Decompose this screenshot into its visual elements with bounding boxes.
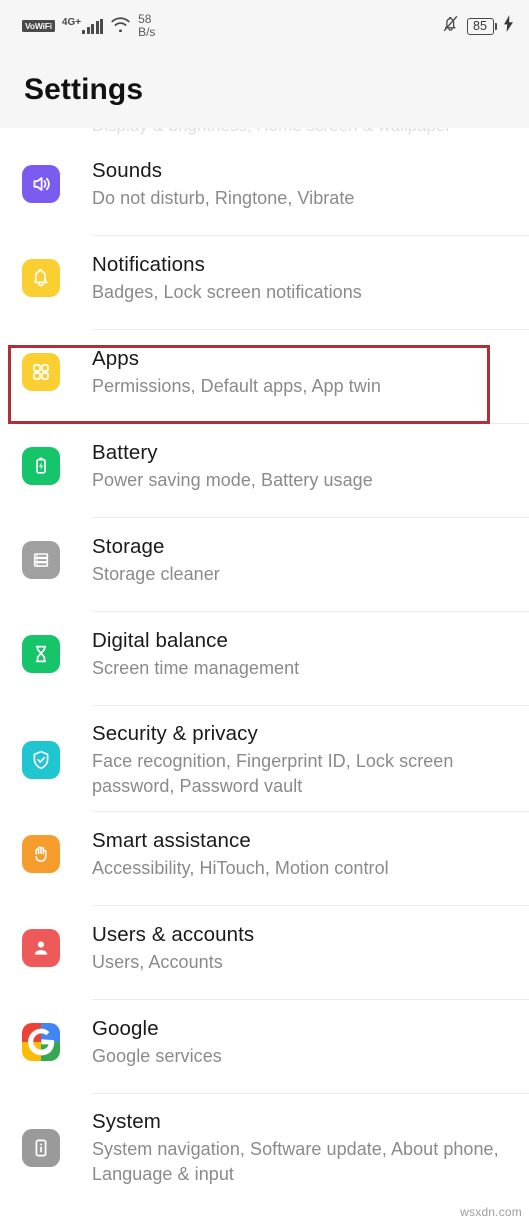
storage-icon — [22, 541, 60, 579]
settings-row-title: Notifications — [92, 253, 205, 276]
scrolled-row-remnant: Display & brightness, Home screen & wall… — [0, 128, 529, 142]
battery-icon — [22, 447, 60, 485]
page-title: Settings — [24, 73, 144, 106]
settings-row-title: System — [92, 1110, 161, 1133]
data-speed-unit: B/s — [138, 25, 156, 39]
network-type-label: 4G+ — [61, 16, 82, 28]
wifi-icon — [110, 16, 131, 37]
hourglass-icon — [22, 635, 60, 673]
settings-row-google[interactable]: Google Google services — [0, 1000, 529, 1094]
settings-row-users-accounts[interactable]: Users & accounts Users, Accounts — [0, 906, 529, 1000]
status-bar: VoWiFi 4G+ 58 B/s 85 — [0, 0, 529, 52]
settings-row-subtitle: Screen time management — [92, 658, 300, 678]
shield-check-icon — [22, 740, 60, 779]
lightning-bolt-icon — [504, 15, 513, 37]
settings-row-subtitle: Do not disturb, Ringtone, Vibrate — [92, 188, 355, 208]
settings-list: Sounds Do not disturb, Ringtone, Vibrate… — [0, 142, 529, 1200]
speaker-icon — [22, 165, 60, 203]
apps-grid-icon — [22, 353, 60, 391]
battery-cap-icon — [494, 22, 497, 30]
signal-bars-glyph — [82, 18, 104, 34]
settings-row-title: Digital balance — [92, 629, 228, 652]
settings-row-subtitle: Google services — [92, 1046, 222, 1066]
settings-row-title: Battery — [92, 441, 158, 464]
settings-row-sounds[interactable]: Sounds Do not disturb, Ringtone, Vibrate — [0, 142, 529, 236]
settings-row-digital-balance[interactable]: Digital balance Screen time management — [0, 612, 529, 706]
settings-row-storage[interactable]: Storage Storage cleaner — [0, 518, 529, 612]
hand-icon — [22, 835, 60, 873]
signal-bars-icon: 4G+ — [61, 16, 104, 34]
settings-row-title: Users & accounts — [92, 923, 255, 946]
settings-row-smart-assistance[interactable]: Smart assistance Accessibility, HiTouch,… — [0, 812, 529, 906]
bell-icon — [22, 259, 60, 297]
battery-status-indicator: 85 — [466, 17, 497, 35]
bell-muted-icon — [441, 14, 460, 38]
settings-row-title: Apps — [92, 347, 140, 370]
data-speed-indicator: 58 B/s — [138, 13, 155, 39]
settings-row-subtitle: Power saving mode, Battery usage — [92, 470, 373, 490]
settings-row-system[interactable]: System System navigation, Software updat… — [0, 1094, 529, 1200]
settings-row-subtitle: Badges, Lock screen notifications — [92, 282, 362, 302]
page-header: Settings — [0, 52, 529, 128]
settings-row-subtitle: Storage cleaner — [92, 564, 220, 584]
settings-row-security-privacy[interactable]: Security & privacy Face recognition, Fin… — [0, 706, 529, 812]
settings-row-subtitle: System navigation, Software update, Abou… — [92, 1139, 499, 1184]
status-bar-left: VoWiFi 4G+ 58 B/s — [22, 13, 155, 39]
settings-row-subtitle: Permissions, Default apps, App twin — [92, 376, 381, 396]
phone-screen: VoWiFi 4G+ 58 B/s 85 Settings Sounds Do … — [0, 0, 529, 1227]
settings-row-battery[interactable]: Battery Power saving mode, Battery usage — [0, 424, 529, 518]
settings-row-title: Sounds — [92, 159, 163, 182]
settings-row-notifications[interactable]: Notifications Badges, Lock screen notifi… — [0, 236, 529, 330]
vowifi-icon: VoWiFi — [22, 19, 55, 33]
scrolled-row-text: Display & brightness, Home screen & wall… — [92, 128, 451, 136]
settings-row-title: Google — [92, 1017, 159, 1040]
settings-row-title: Storage — [92, 535, 165, 558]
google-logo-icon — [22, 1023, 60, 1061]
battery-level-label: 85 — [466, 17, 494, 35]
settings-row-subtitle: Face recognition, Fingerprint ID, Lock s… — [92, 751, 454, 796]
settings-row-title: Security & privacy — [92, 722, 258, 745]
phone-info-icon — [22, 1128, 60, 1167]
status-bar-right: 85 — [441, 14, 513, 38]
settings-row-title: Smart assistance — [92, 829, 251, 852]
watermark: wsxdn.com — [460, 1205, 522, 1219]
settings-row-subtitle: Users, Accounts — [92, 952, 223, 972]
settings-row-subtitle: Accessibility, HiTouch, Motion control — [92, 858, 389, 878]
person-icon — [22, 929, 60, 967]
settings-row-apps[interactable]: Apps Permissions, Default apps, App twin — [0, 330, 529, 424]
